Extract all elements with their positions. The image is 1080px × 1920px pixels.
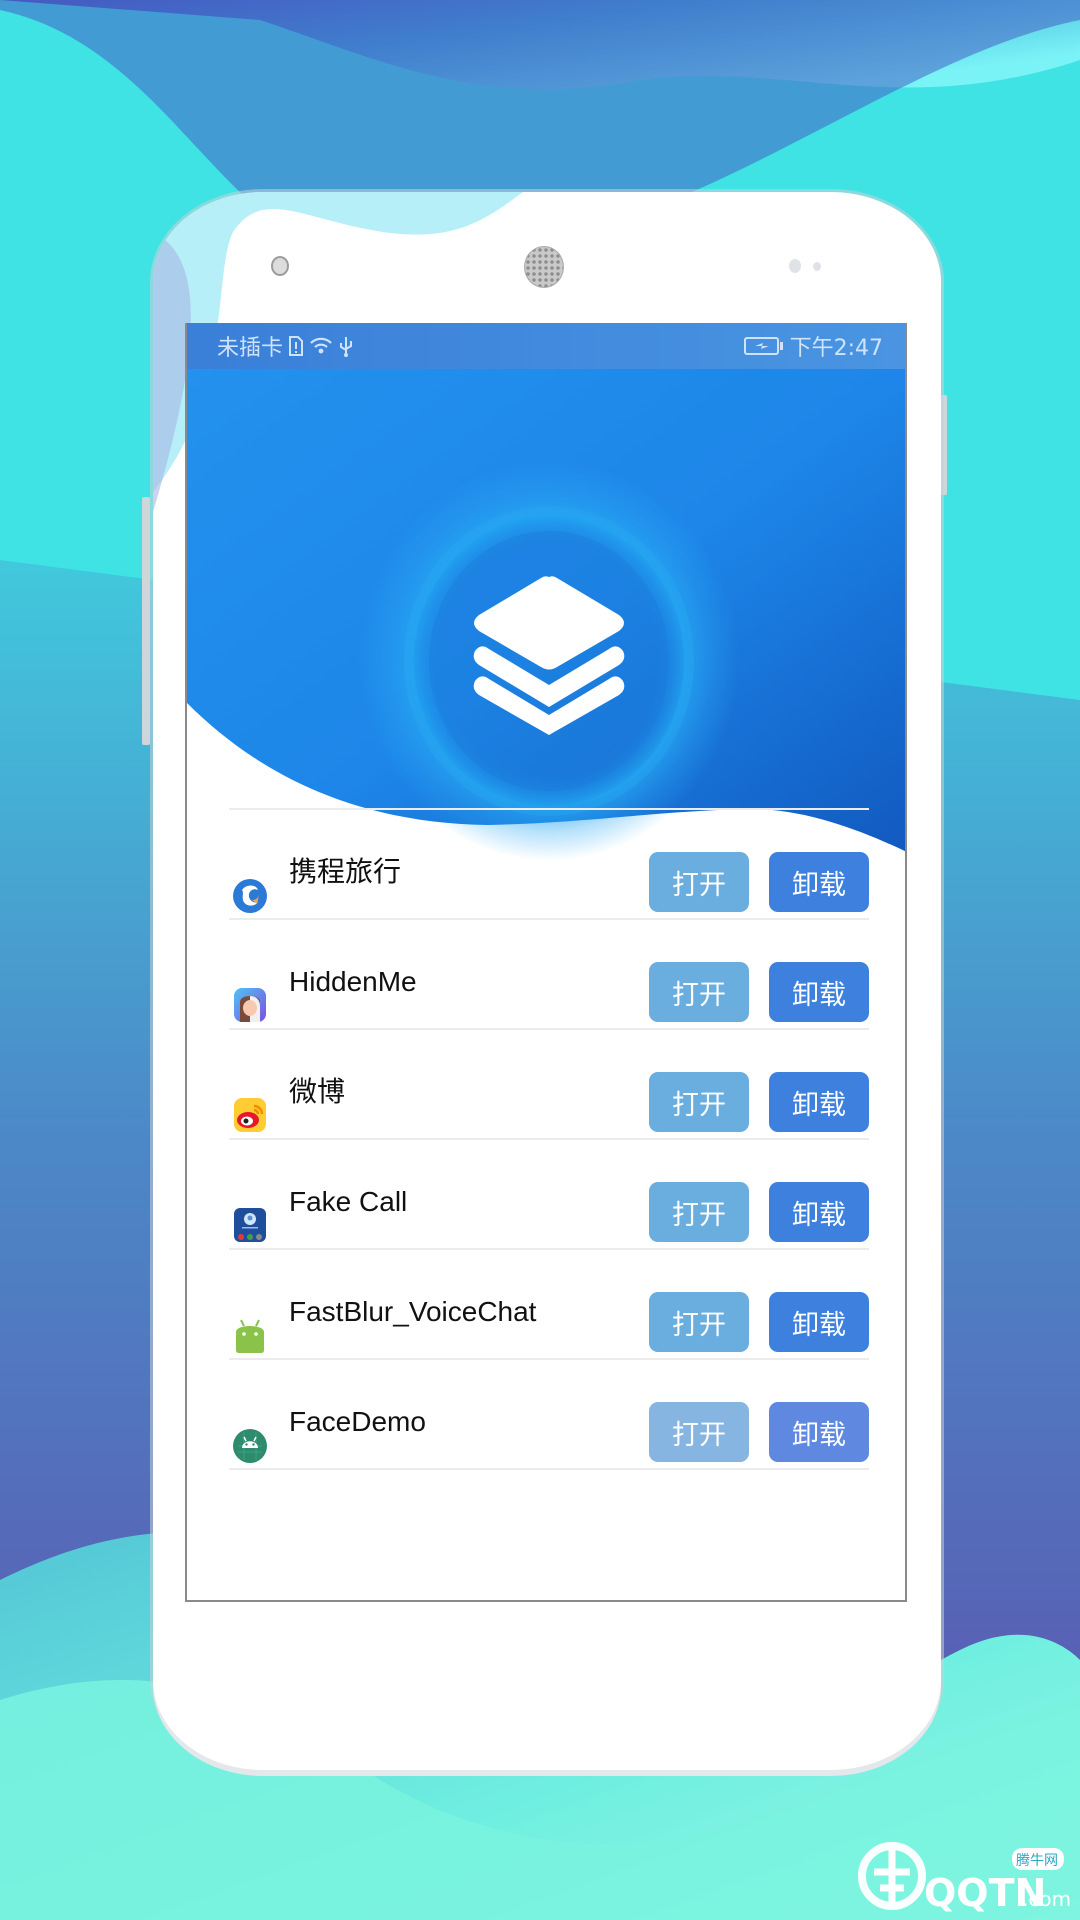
app-row: Fake Call 打开 卸载 (229, 1140, 869, 1250)
app-row: HiddenMe 打开 卸载 (229, 920, 869, 1030)
app-row: FastBlur_VoiceChat 打开 卸载 (229, 1250, 869, 1360)
app-row: 携程旅行 打开 卸载 (229, 810, 869, 920)
proximity-sensor (789, 259, 801, 273)
app-name: FastBlur_VoiceChat (289, 1296, 537, 1327)
app-name: Fake Call (289, 1186, 408, 1217)
watermark-badge: 腾牛网 (1016, 1852, 1058, 1869)
app-row: FaceDemo 打开 卸载 (229, 1360, 869, 1470)
open-app-button[interactable]: 打开 (649, 1292, 749, 1352)
uninstall-app-button[interactable]: 卸载 (769, 1292, 869, 1352)
qqtn-watermark: QQTN .com 腾牛网 (858, 1842, 1071, 1914)
hiddenme-face-icon (234, 988, 266, 1022)
android-icon (236, 1319, 264, 1353)
open-app-button[interactable]: 打开 (649, 1182, 749, 1242)
qqtn-logo-icon (858, 1842, 926, 1910)
usb-icon (339, 335, 353, 357)
light-sensor (813, 262, 821, 271)
uninstall-app-button[interactable]: 卸载 (769, 852, 869, 912)
phone-volume-button (142, 497, 150, 745)
app-row: 微博 打开 卸载 (229, 1030, 869, 1140)
app-name: 微博 (289, 1076, 346, 1107)
wifi-icon (309, 336, 333, 356)
app-name: 携程旅行 (289, 856, 402, 887)
weibo-icon (234, 1098, 266, 1132)
status-bar: 未插卡 下午2:47 (187, 323, 905, 369)
clock-text: 下午2:47 (789, 336, 883, 361)
uninstall-app-button[interactable]: 卸载 (769, 1072, 869, 1132)
open-app-button[interactable]: 打开 (649, 852, 749, 912)
watermark-suffix: .com (1022, 1887, 1071, 1911)
front-camera (271, 256, 289, 276)
open-app-button[interactable]: 打开 (649, 1072, 749, 1132)
installed-app-list: 携程旅行 打开 卸载 HiddenMe 打开 卸载 微博 打开 卸载 Fake … (229, 810, 869, 1470)
uninstall-app-button[interactable]: 卸载 (769, 1182, 869, 1242)
layers-stack-icon (473, 576, 625, 735)
app-name: HiddenMe (289, 966, 417, 997)
ctrip-dolphin-icon (233, 879, 267, 913)
open-app-button[interactable]: 打开 (649, 1402, 749, 1462)
open-app-button[interactable]: 打开 (649, 962, 749, 1022)
carrier-text: 未插卡 (217, 336, 284, 361)
app-name: FaceDemo (289, 1406, 426, 1437)
battery-charging-icon (743, 336, 784, 356)
phone-frame: 未插卡 下午2:47 携程旅行 打开 卸载 HiddenMe 打开 卸载 微博 … (153, 192, 941, 1770)
fake-call-icon (234, 1208, 266, 1242)
uninstall-app-button[interactable]: 卸载 (769, 1402, 869, 1462)
earpiece-speaker (524, 246, 564, 288)
uninstall-app-button[interactable]: 卸载 (769, 962, 869, 1022)
sim-alert-icon (289, 336, 304, 356)
android-round-icon (233, 1429, 267, 1463)
phone-screen: 未插卡 下午2:47 携程旅行 打开 卸载 HiddenMe 打开 卸载 微博 … (185, 323, 907, 1602)
